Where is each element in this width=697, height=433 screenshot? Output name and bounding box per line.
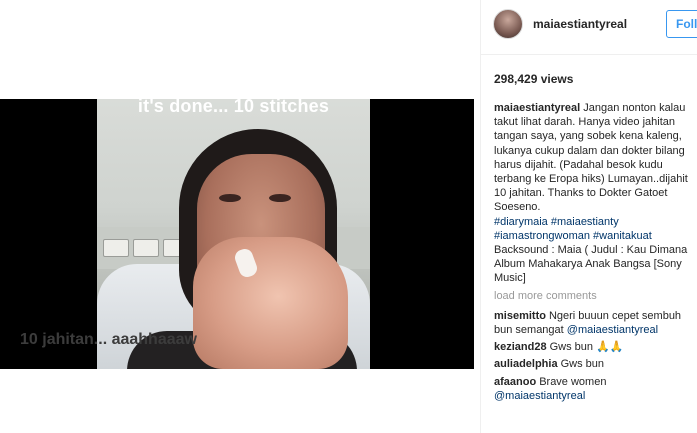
caption-line: 10 jahitan. Thanks to Dokter Gatoet [494, 187, 668, 200]
caption-line: Music] [494, 272, 526, 285]
media-area: it's done... 10 stitches 10 jahitan... a… [0, 0, 480, 433]
caption-line: tangan saya, yang sobek kena kaleng, [494, 130, 682, 143]
caption-username[interactable]: maiaestiantyreal [494, 102, 580, 114]
comment-username[interactable]: misemitto [494, 310, 546, 322]
caption-text: Jangan nonton kalau [583, 102, 686, 114]
comment-mention[interactable]: @maiaestiantyreal [494, 390, 585, 402]
caption-line: harus dijahit. (Padahal besok kudu [494, 158, 663, 171]
comment-username[interactable]: keziand28 [494, 341, 547, 353]
hand [193, 237, 348, 369]
video-subtitle: 10 jahitan... aaahhaaaw [20, 331, 197, 348]
comment-item: auliadelphia Gws bun [494, 357, 697, 371]
eye [219, 194, 241, 202]
comment-text: Ngeri buuun cepet sembuh [548, 309, 682, 322]
comment-text: bun semangat [494, 324, 567, 337]
caption-line: Soeseno. [494, 201, 541, 214]
eye [269, 194, 291, 202]
comment-mention[interactable]: @maiaestiantyreal [567, 324, 658, 336]
load-more-comments-link[interactable]: load more comments [494, 289, 697, 303]
post-header: maiaestiantyreal Follo [481, 0, 697, 55]
hashtag-line[interactable]: #iamastrongwoman #wanitakuat [494, 229, 697, 243]
follow-button[interactable]: Follo [666, 10, 697, 38]
wall-outlet [133, 239, 159, 257]
caption-line: lukanya cukup dalam dan dokter bilang [494, 144, 685, 157]
comment-text: Brave women [539, 375, 607, 388]
caption-line: Backsound : Maia ( Judul : Kau Dimana [494, 244, 688, 257]
post-sidebar: maiaestiantyreal Follo 298,429 views mai… [480, 0, 697, 433]
comment-item: keziand28 Gws bun 🙏🙏 [494, 340, 697, 354]
video-overlay-text: it's done... 10 stitches [137, 96, 330, 116]
hashtag-line[interactable]: #diarymaia #maiaestianty [494, 215, 697, 229]
comment-item: misemitto Ngeri buuun cepet sembuh bun se… [494, 309, 697, 337]
comment-text: Gws bun [560, 358, 604, 371]
video-player[interactable] [0, 99, 474, 369]
comments-section: maiaestiantyreal Jangan nonton kalau taku… [494, 101, 697, 406]
comment-username[interactable]: afaanoo [494, 376, 536, 388]
comment-text: Gws bun 🙏🙏 [549, 341, 624, 354]
caption-line: terbang ke Eropa hiks) Lumayan..dijahit [494, 173, 688, 186]
caption-line: Album Mahakarya Anak Bangsa [Sony [494, 258, 682, 271]
caption-line: takut lihat darah. Hanya video jahitan [494, 116, 676, 129]
avatar[interactable] [493, 9, 523, 39]
caption-line: maiaestiantyreal Jangan nonton kalau [494, 101, 697, 115]
comment-username[interactable]: auliadelphia [494, 358, 558, 370]
caption: maiaestiantyreal Jangan nonton kalau taku… [494, 101, 697, 286]
wall-outlet [103, 239, 129, 257]
comment-item: afaanoo Brave women @maiaestiantyreal [494, 375, 697, 403]
video-frame-image [97, 99, 370, 369]
view-count[interactable]: 298,429 views [494, 72, 573, 86]
header-username[interactable]: maiaestiantyreal [533, 17, 627, 31]
